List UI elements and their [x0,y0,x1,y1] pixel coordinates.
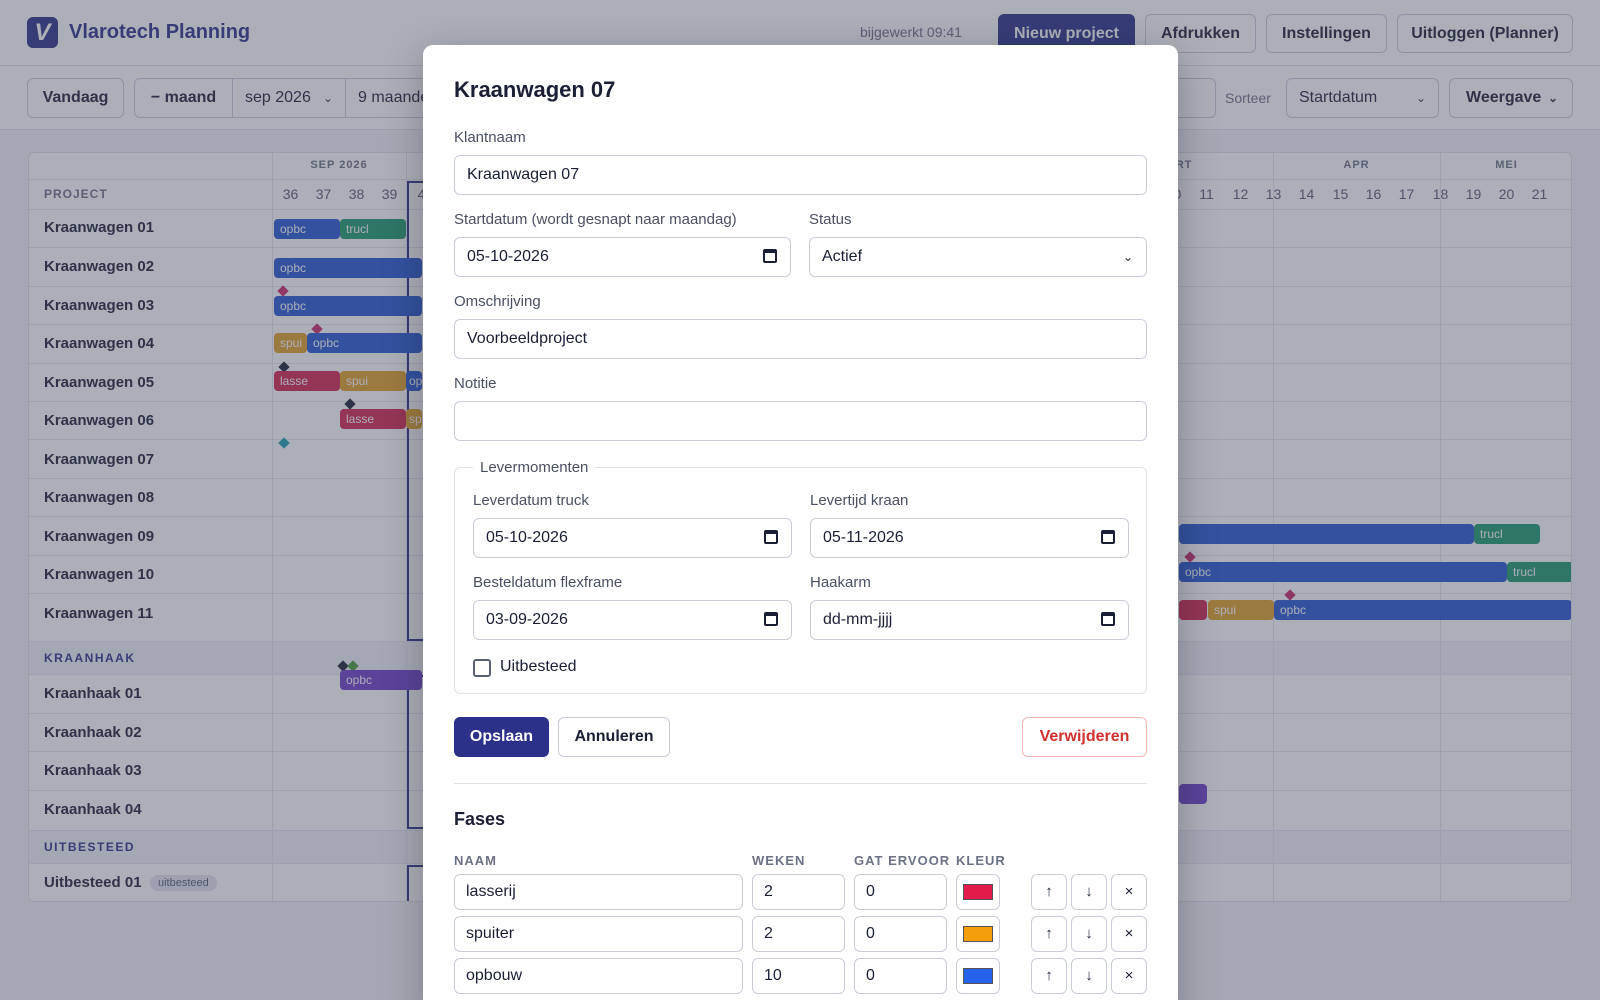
delete-button[interactable]: Verwijderen [1022,717,1147,757]
levermomenten-fieldset: Levermomenten Leverdatum truck 05-10-202… [454,459,1147,694]
fases-heading: Fases [454,809,506,829]
arrow-up-icon: ↑ [1045,925,1053,942]
phase-color-picker[interactable] [956,874,1000,910]
uitbesteed-label[interactable]: Uitbesteed [500,658,577,676]
startdatum-label: Startdatum (wordt gesnapt naar maandag) [454,211,737,228]
status-label: Status [809,211,852,228]
remove-phase-button[interactable]: × [1111,916,1147,952]
save-button[interactable]: Opslaan [454,717,549,757]
calendar-icon[interactable] [1101,530,1115,544]
calendar-icon[interactable] [764,530,778,544]
levertijd-kraan-label: Levertijd kraan [810,492,909,509]
phase-gap-input[interactable]: 0 [854,874,947,910]
klantnaam-label: Klantnaam [454,129,526,146]
phase-name-input[interactable]: spuiter [454,916,743,952]
phase-gap-input[interactable]: 0 [854,958,947,994]
column-header-color: KLEUR [956,853,1006,868]
color-swatch [963,926,993,942]
haakarm-placeholder: dd-mm-jjjj [823,611,893,628]
notitie-input[interactable] [454,401,1147,441]
arrow-down-icon: ↓ [1085,967,1093,984]
move-down-button[interactable]: ↓ [1071,916,1107,952]
color-swatch [963,884,993,900]
arrow-down-icon: ↓ [1085,883,1093,900]
klantnaam-input[interactable]: Kraanwagen 07 [454,155,1147,195]
status-value: Actief [822,248,863,265]
cancel-button[interactable]: Annuleren [558,717,670,757]
phase-name-input[interactable]: lasserij [454,874,743,910]
remove-phase-button[interactable]: × [1111,874,1147,910]
phase-color-picker[interactable] [956,916,1000,952]
haakarm-date-input[interactable]: dd-mm-jjjj [810,600,1129,640]
levertijd-kraan-value: 05-11-2026 [823,529,904,546]
phase-weeks-input[interactable]: 2 [752,916,845,952]
startdatum-value: 05-10-2026 [467,248,549,265]
close-icon: × [1124,883,1134,900]
close-icon: × [1124,925,1134,942]
divider [454,783,1147,784]
uitbesteed-checkbox[interactable] [473,659,491,677]
edit-project-dialog: Kraanwagen 07 Klantnaam Kraanwagen 07 St… [423,45,1178,1000]
arrow-down-icon: ↓ [1085,925,1093,942]
move-down-button[interactable]: ↓ [1071,958,1107,994]
move-up-button[interactable]: ↑ [1031,916,1067,952]
move-up-button[interactable]: ↑ [1031,874,1067,910]
chevron-down-icon: ⌄ [1122,250,1133,264]
arrow-up-icon: ↑ [1045,967,1053,984]
column-header-name: NAAM [454,853,497,868]
phase-weeks-input[interactable]: 2 [752,874,845,910]
move-down-button[interactable]: ↓ [1071,874,1107,910]
haakarm-label: Haakarm [810,574,871,591]
close-icon: × [1124,967,1134,984]
besteldatum-flexframe-date-input[interactable]: 03-09-2026 [473,600,792,640]
startdatum-date-input[interactable]: 05-10-2026 [454,237,791,277]
notitie-label: Notitie [454,375,497,392]
column-header-weeks: WEKEN [752,853,806,868]
leverdatum-truck-date-input[interactable]: 05-10-2026 [473,518,792,558]
phase-color-picker[interactable] [956,958,1000,994]
omschrijving-input[interactable]: Voorbeeldproject [454,319,1147,359]
status-select[interactable]: Actief ⌄ [809,237,1147,277]
color-swatch [963,968,993,984]
column-header-gap: GAT ERVOOR [854,853,951,868]
dialog-title: Kraanwagen 07 [454,77,616,102]
levertijd-kraan-date-input[interactable]: 05-11-2026 [810,518,1129,558]
besteldatum-label: Besteldatum flexframe [473,574,623,591]
arrow-up-icon: ↑ [1045,883,1053,900]
phase-weeks-input[interactable]: 10 [752,958,845,994]
phase-name-input[interactable]: opbouw [454,958,743,994]
calendar-icon[interactable] [1101,612,1115,626]
phase-gap-input[interactable]: 0 [854,916,947,952]
remove-phase-button[interactable]: × [1111,958,1147,994]
move-up-button[interactable]: ↑ [1031,958,1067,994]
calendar-icon[interactable] [763,249,777,263]
calendar-icon[interactable] [764,612,778,626]
omschrijving-label: Omschrijving [454,293,541,310]
leverdatum-truck-label: Leverdatum truck [473,492,589,509]
besteldatum-value: 03-09-2026 [486,611,568,628]
levermomenten-legend: Levermomenten [473,459,596,476]
leverdatum-truck-value: 05-10-2026 [486,529,568,546]
